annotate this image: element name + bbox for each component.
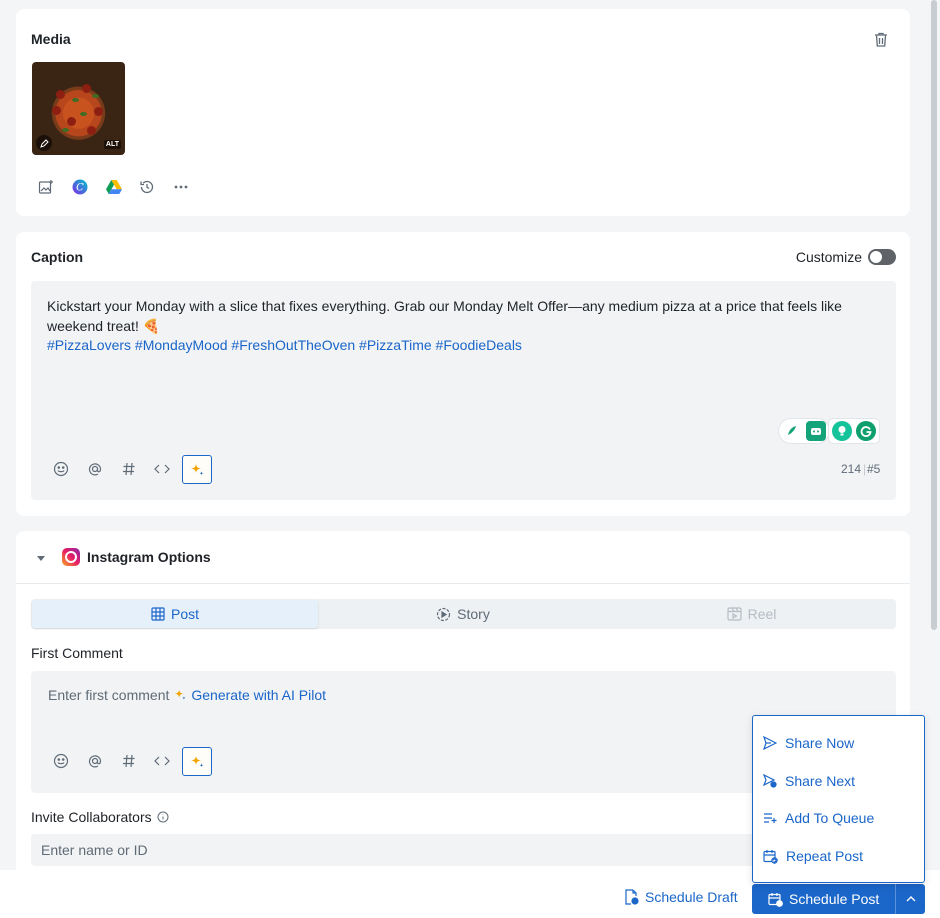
caption-title: Caption (31, 249, 84, 265)
canva-icon[interactable]: C (70, 177, 90, 197)
bot-icon[interactable] (806, 421, 826, 441)
post-type-selector: Post Story Reel (31, 599, 896, 629)
caption-text[interactable]: Kickstart your Monday with a slice that … (47, 297, 877, 356)
alt-badge[interactable]: ALT (103, 140, 121, 149)
mention-icon[interactable] (84, 458, 106, 480)
repeat-calendar-icon (763, 849, 778, 864)
caption-line-2: weekend treat! 🍕 (47, 317, 161, 334)
caption-line-1: Kickstart your Monday with a slice that … (47, 298, 842, 314)
customize-toggle[interactable] (868, 249, 896, 265)
instagram-options-title: Instagram Options (87, 549, 211, 565)
hashtag-icon[interactable] (118, 458, 140, 480)
send-clock-icon (763, 774, 777, 788)
sparkle-icon (175, 689, 187, 700)
svg-text:C: C (76, 183, 84, 194)
schedule-post-label: Schedule Post (789, 891, 880, 907)
schedule-draft-button[interactable]: Schedule Draft (624, 889, 738, 905)
trash-icon[interactable] (871, 29, 891, 49)
writing-extension-pill[interactable] (779, 419, 829, 443)
caption-editor[interactable]: Kickstart your Monday with a slice that … (31, 281, 896, 500)
collapse-caret-icon[interactable] (34, 551, 48, 565)
scrollbar[interactable] (931, 0, 937, 630)
google-drive-icon[interactable] (104, 177, 124, 197)
tab-post-label: Post (170, 606, 199, 622)
info-icon[interactable] (157, 811, 169, 823)
tab-reel[interactable]: Reel (608, 600, 895, 628)
chevron-up-icon (906, 896, 915, 902)
hashtag-count: #5 (867, 462, 881, 476)
ai-sparkle-button[interactable] (182, 747, 212, 776)
caption-hashtags: #PizzaLovers #MondayMood #FreshOutTheOve… (47, 337, 522, 353)
generate-ai-pilot-link[interactable]: Generate with AI Pilot (191, 687, 326, 703)
quill-icon[interactable] (782, 421, 802, 441)
menu-item-add-to-queue-label: Add To Queue (785, 810, 875, 826)
media-title: Media (31, 31, 71, 47)
emoji-icon[interactable] (50, 458, 72, 480)
first-comment-input[interactable]: Enter first comment Generate with AI Pil… (48, 687, 326, 703)
first-comment-placeholder: Enter first comment (48, 687, 170, 703)
mention-icon[interactable] (84, 750, 106, 772)
schedule-post-button-group: Schedule Post (752, 884, 925, 914)
menu-item-add-to-queue[interactable]: Add To Queue (763, 810, 874, 826)
schedule-options-menu: Share Now Share Next Add To Queue Repeat… (752, 715, 925, 883)
send-icon (763, 736, 777, 750)
history-icon[interactable] (137, 177, 157, 197)
instagram-options-header[interactable]: Instagram Options (16, 531, 910, 584)
more-icon[interactable] (171, 177, 191, 197)
invite-collaborators-row: Invite Collaborators (31, 809, 169, 825)
reel-icon (726, 607, 742, 621)
emoji-icon[interactable] (50, 750, 72, 772)
schedule-draft-label: Schedule Draft (645, 889, 738, 905)
caption-card: Caption Customize Kickstart your Monday … (16, 232, 910, 516)
tab-post[interactable]: Post (32, 600, 318, 628)
menu-item-repeat-post-label: Repeat Post (786, 848, 864, 864)
schedule-options-toggle[interactable] (895, 884, 925, 914)
lightbulb-icon[interactable] (832, 421, 852, 441)
hashtag-icon[interactable] (118, 750, 140, 772)
calendar-clock-icon (768, 892, 783, 907)
tab-reel-label: Reel (747, 606, 777, 622)
edit-pencil-icon[interactable] (36, 135, 52, 151)
instagram-icon (62, 548, 80, 566)
tab-story[interactable]: Story (319, 600, 607, 628)
schedule-post-button[interactable]: Schedule Post (752, 884, 895, 914)
draft-doc-icon (625, 889, 639, 905)
media-thumbnail[interactable]: ALT (32, 62, 125, 155)
counter-divider: | (863, 462, 867, 476)
tab-story-label: Story (457, 606, 490, 622)
first-comment-label: First Comment (31, 645, 123, 661)
menu-item-share-next-label: Share Next (785, 773, 856, 789)
customize-label: Customize (795, 249, 862, 265)
menu-item-repeat-post[interactable]: Repeat Post (763, 848, 863, 864)
media-card: Media ALT C (16, 9, 910, 216)
menu-item-share-next[interactable]: Share Next (763, 773, 855, 789)
menu-item-share-now-label: Share Now (785, 735, 855, 751)
invite-collaborators-label: Invite Collaborators (31, 809, 152, 825)
menu-item-share-now[interactable]: Share Now (763, 735, 854, 751)
grammarly-icon[interactable] (856, 421, 876, 441)
ai-sparkle-button[interactable] (182, 455, 212, 484)
code-icon[interactable] (151, 458, 173, 480)
char-count: 214 (841, 462, 862, 476)
grammarly-extension-pill[interactable] (829, 419, 879, 443)
grid-icon (151, 607, 165, 621)
code-icon[interactable] (151, 750, 173, 772)
queue-add-icon (764, 813, 777, 823)
add-image-icon[interactable] (36, 177, 56, 197)
story-icon (437, 607, 451, 621)
